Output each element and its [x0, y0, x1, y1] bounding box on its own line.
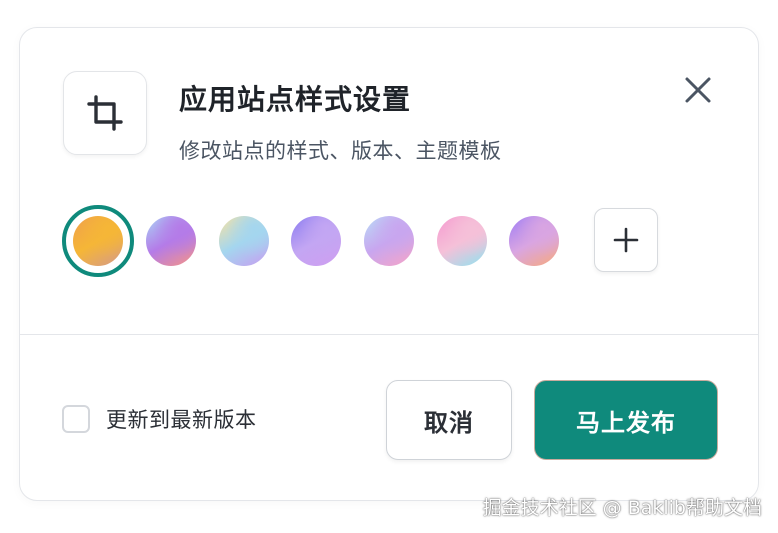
- crop-icon: [87, 95, 123, 131]
- update-latest-label: 更新到最新版本: [106, 408, 257, 432]
- theme-swatch[interactable]: [437, 216, 487, 266]
- divider: [20, 334, 758, 335]
- close-button[interactable]: [681, 73, 715, 107]
- add-theme-button[interactable]: [594, 208, 658, 272]
- dialog-subtitle: 修改站点的样式、版本、主题模板: [179, 139, 502, 163]
- theme-swatch[interactable]: [219, 216, 269, 266]
- update-latest-option[interactable]: 更新到最新版本: [62, 404, 257, 434]
- theme-swatch[interactable]: [146, 216, 196, 266]
- plus-icon: [613, 227, 639, 253]
- theme-swatch-fill: [73, 216, 123, 266]
- theme-swatch[interactable]: [291, 216, 341, 266]
- crop-icon-box: [63, 71, 147, 155]
- update-latest-checkbox[interactable]: [62, 405, 90, 433]
- screen: 应用站点样式设置 修改站点的样式、版本、主题模板 更新到最新版本 取消 马上发布…: [0, 0, 778, 533]
- watermark: 掘金技术社区 @ Baklib帮助文档: [482, 497, 762, 519]
- publish-button[interactable]: 马上发布: [534, 380, 718, 460]
- site-style-dialog: 应用站点样式设置 修改站点的样式、版本、主题模板 更新到最新版本 取消 马上发布: [19, 27, 759, 501]
- dialog-title: 应用站点样式设置: [179, 83, 412, 116]
- close-icon: [685, 77, 711, 103]
- theme-swatch[interactable]: [364, 216, 414, 266]
- theme-swatch-row: [20, 204, 760, 284]
- cancel-button[interactable]: 取消: [386, 380, 512, 460]
- theme-swatch[interactable]: [509, 216, 559, 266]
- theme-swatch-selected[interactable]: [62, 205, 134, 277]
